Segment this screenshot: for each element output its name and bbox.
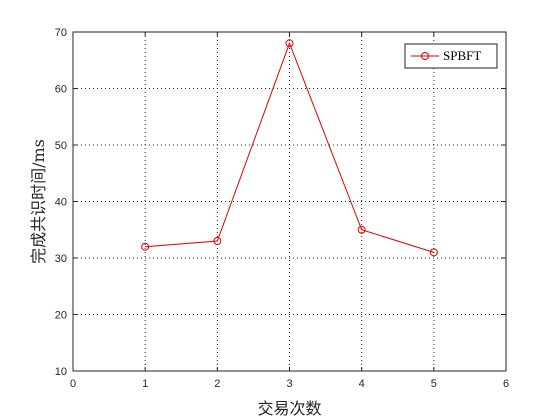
x-tick-label: 6 [503, 378, 509, 390]
legend: SPBFT [404, 43, 498, 69]
y-tick-label: 10 [55, 366, 67, 378]
x-tick-label: 5 [431, 378, 437, 390]
y-tick-label: 60 [55, 84, 67, 96]
x-tick-label: 0 [70, 378, 76, 390]
y-axis-title: 完成共识时间/ms [29, 139, 48, 264]
line-chart: 0 1 2 3 4 5 6 10 20 30 40 50 60 70 交易次数 完成共识时间/ms SPB… [0, 0, 560, 420]
y-tick-label: 20 [55, 310, 67, 322]
x-tick-label: 2 [214, 378, 220, 390]
y-tick-label: 30 [55, 253, 67, 265]
x-tick-label: 4 [359, 378, 365, 390]
legend-label: SPBFT [443, 48, 481, 63]
y-tick-label: 70 [55, 27, 67, 39]
x-axis-title: 交易次数 [257, 399, 321, 418]
y-tick-label: 50 [55, 140, 67, 152]
x-tick-label: 3 [286, 378, 292, 390]
y-tick-label: 40 [55, 197, 67, 209]
x-tick-label: 1 [142, 378, 148, 390]
